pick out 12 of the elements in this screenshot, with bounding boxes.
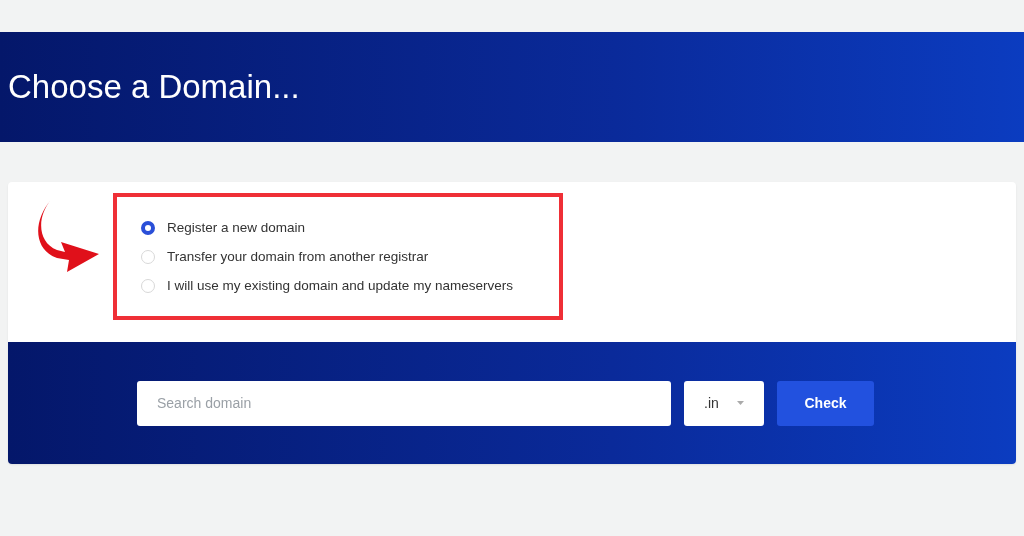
domain-option[interactable]: Register a new domain xyxy=(141,220,559,235)
check-button[interactable]: Check xyxy=(777,380,874,426)
search-field[interactable]: Search domain xyxy=(137,380,671,426)
radio-button[interactable] xyxy=(141,220,155,235)
option-label: Transfer your domain from another registrar xyxy=(167,249,429,264)
tld-select[interactable]: .in xyxy=(684,380,764,426)
page-title: Choose a Domain... xyxy=(8,68,300,106)
domain-option[interactable]: I will use my existing domain and update my nameservers xyxy=(141,278,559,293)
caret-icon xyxy=(736,401,744,405)
option-label: I will use my existing domain and update my nameservers xyxy=(167,278,513,293)
option-label: Register a new domain xyxy=(167,220,306,235)
domain-option[interactable]: Transfer your domain from another registrar xyxy=(141,249,559,264)
